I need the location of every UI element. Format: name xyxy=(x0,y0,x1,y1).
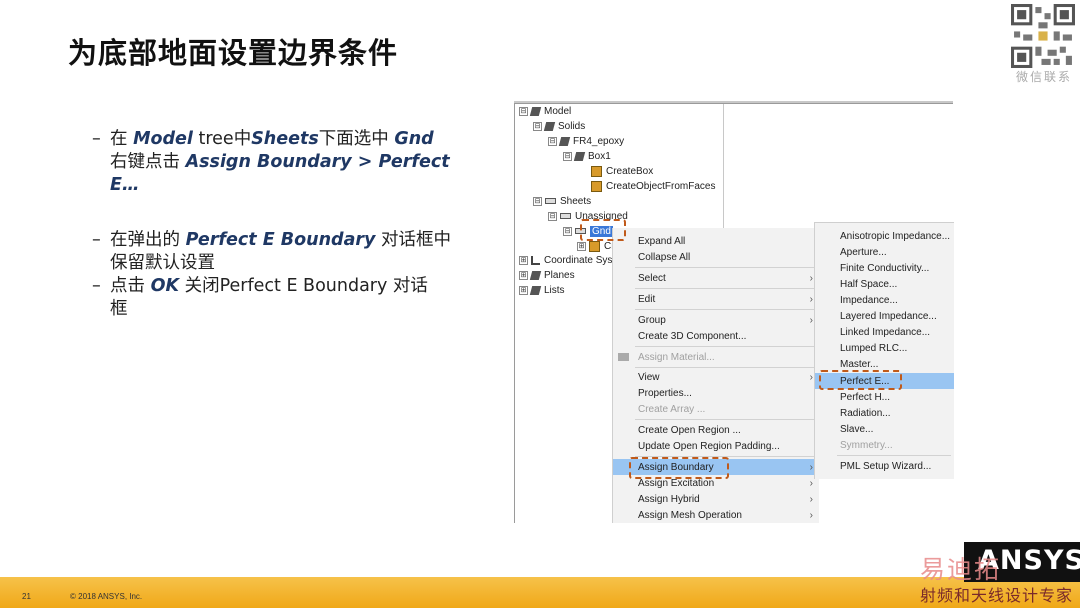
menu-edit[interactable]: Edit › xyxy=(613,291,819,307)
sheet-icon xyxy=(560,213,571,219)
menu-create-3d-component[interactable]: Create 3D Component... xyxy=(613,328,819,344)
callout-gnd xyxy=(580,219,626,241)
footer-bar xyxy=(0,577,1080,608)
tree-node-model[interactable]: ⊟ Model xyxy=(519,104,571,118)
coordinate-icon xyxy=(531,255,540,265)
bullet-list: – 在 Model tree中Sheets下面选中 Gnd 右键点击 Assig… xyxy=(92,128,452,321)
solid-icon xyxy=(543,121,556,131)
bullet-dash: – xyxy=(92,129,101,149)
submenu-symmetry: Symmetry... xyxy=(840,439,893,451)
menu-group[interactable]: Group › xyxy=(613,312,819,328)
submenu-perfect-h[interactable]: Perfect H... xyxy=(815,389,954,405)
tree-node-createobj[interactable]: CreateObjectFromFaces xyxy=(591,179,715,193)
submenu-arrow-icon: › xyxy=(809,272,813,284)
submenu-arrow-icon: › xyxy=(809,314,813,326)
submenu-arrow-icon: › xyxy=(809,293,813,305)
hfss-screenshot: ⊟ Model ⊟ Solids ⊟ FR4_epoxy ⊟ Box1 CreateBo… xyxy=(514,101,954,523)
bullet-item: – 点击 OK 关闭Perfect E Boundary 对话 框 xyxy=(92,276,428,319)
slide-title: 为底部地面设置边界条件 xyxy=(68,36,399,70)
submenu-linked-impedance[interactable]: Linked Impedance... xyxy=(815,324,954,340)
submenu-half-space[interactable]: Half Space... xyxy=(815,276,954,292)
submenu-arrow-icon: › xyxy=(809,493,813,505)
menu-expand-all[interactable]: Expand All xyxy=(613,233,819,249)
menu-properties[interactable]: Properties... xyxy=(613,385,819,401)
box-icon xyxy=(589,240,600,252)
submenu-anisotropic-impedance[interactable]: Anisotropic Impedance... xyxy=(815,228,954,244)
menu-collapse-all[interactable]: Collapse All xyxy=(613,249,819,265)
qr-code-icon xyxy=(1011,4,1075,68)
submenu-arrow-icon: › xyxy=(809,477,813,489)
material-icon xyxy=(618,353,629,361)
pane-border xyxy=(514,103,953,104)
callout-assign-boundary xyxy=(629,457,729,479)
bullet-item: – 在 Model tree中Sheets下面选中 Gnd 右键点击 Assig… xyxy=(92,129,450,195)
tree-node-fr4[interactable]: ⊟ FR4_epoxy xyxy=(548,134,624,148)
box-icon xyxy=(591,180,602,192)
tree-node-sheets[interactable]: ⊟ Sheets xyxy=(533,194,591,208)
watermark-top: 易迪拓 xyxy=(920,555,1002,584)
menu-assign-material: Assign Material... xyxy=(613,349,819,365)
submenu-pml-setup-wizard[interactable]: PML Setup Wizard... xyxy=(815,458,954,474)
tree-node-lists[interactable]: ⊞ Lists xyxy=(519,283,565,297)
submenu-layered-impedance[interactable]: Layered Impedance... xyxy=(815,308,954,324)
model-icon xyxy=(529,106,542,116)
solid-icon xyxy=(529,270,542,280)
submenu-radiation[interactable]: Radiation... xyxy=(815,405,954,421)
tree-node-planes[interactable]: ⊞ Planes xyxy=(519,268,575,282)
solid-icon xyxy=(573,151,586,161)
submenu-arrow-icon: › xyxy=(809,371,813,383)
sheet-icon xyxy=(545,198,556,204)
tree-node-coordinate[interactable]: ⊞ Coordinate Sys xyxy=(519,253,612,267)
menu-create-open-region[interactable]: Create Open Region ... xyxy=(613,422,819,438)
tree-node-box1[interactable]: ⊟ Box1 xyxy=(563,149,611,163)
submenu-finite-conductivity[interactable]: Finite Conductivity... xyxy=(815,260,954,276)
tree-node-cr[interactable]: ⊞ Cr xyxy=(577,239,615,253)
tree-node-createbox[interactable]: CreateBox xyxy=(591,164,653,178)
submenu-lumped-rlc[interactable]: Lumped RLC... xyxy=(815,340,954,356)
copyright: © 2018 ANSYS, Inc. xyxy=(70,592,143,601)
menu-assign-hybrid[interactable]: Assign Hybrid › xyxy=(613,491,819,507)
callout-perfect-e xyxy=(819,370,902,390)
bullet-item: – 在弹出的 Perfect E Boundary 对话框中 保留默认设置 xyxy=(92,230,451,273)
solid-icon xyxy=(529,285,542,295)
box-icon xyxy=(591,165,602,177)
solid-icon xyxy=(558,136,571,146)
menu-assign-mesh-operation[interactable]: Assign Mesh Operation › xyxy=(613,507,819,523)
submenu-arrow-icon: › xyxy=(809,461,813,473)
tree-node-solids[interactable]: ⊟ Solids xyxy=(533,119,585,133)
qr-label: 微信联系 xyxy=(1015,70,1072,84)
menu-view[interactable]: View › xyxy=(613,369,819,385)
menu-create-array: Create Array ... xyxy=(638,403,706,415)
submenu-impedance[interactable]: Impedance... xyxy=(815,292,954,308)
menu-select[interactable]: Select › xyxy=(613,270,819,286)
submenu-aperture[interactable]: Aperture... xyxy=(815,244,954,260)
boundary-submenu: Anisotropic Impedance... Aperture... Fin… xyxy=(814,222,954,479)
watermark-bottom: 射频和天线设计专家 xyxy=(920,586,1074,605)
submenu-arrow-icon: › xyxy=(809,509,813,521)
submenu-slave[interactable]: Slave... xyxy=(815,421,954,437)
menu-update-open-region[interactable]: Update Open Region Padding... xyxy=(613,438,819,454)
page-number: 21 xyxy=(22,592,31,601)
